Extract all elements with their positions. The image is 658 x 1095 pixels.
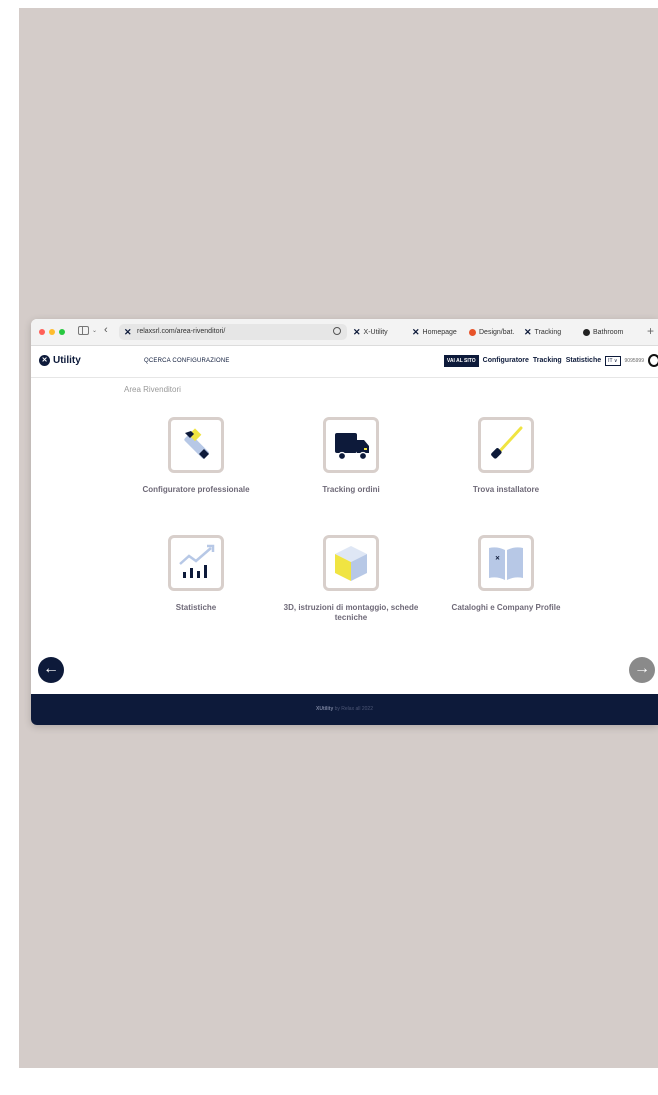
card-label: Trova installatore [472,485,540,494]
site-favicon-icon: ✕ [124,327,132,337]
card-statistiche[interactable]: Statistiche [126,535,266,613]
address-bar[interactable]: ✕ relaxsrl.com/area-rivenditori/ [119,324,347,340]
cube-icon [323,535,379,591]
site-footer: XUtility by Relax all 2022 [31,694,658,725]
vai-al-sito-button[interactable]: VAI AL SITO [443,354,479,367]
tools-icon [168,417,224,473]
avatar[interactable] [648,354,658,367]
card-label: Statistiche [175,603,217,612]
card-tracking-ordini[interactable]: Tracking ordini [281,417,421,495]
nav-statistiche[interactable]: Statistiche [566,357,601,364]
close-button[interactable] [39,329,45,335]
chart-icon [168,535,224,591]
logo-icon: ✕ [39,355,50,366]
site-header: ✕ Utility QCERCA CONFIGURAZIONE VAI AL S… [31,346,658,378]
card-label: Cataloghi e Company Profile [451,603,561,612]
tab-x-utility[interactable]: ✕ X-Utility [353,324,388,340]
card-cataloghi[interactable]: ✕ Cataloghi e Company Profile [436,535,576,613]
breadcrumb: Area Rivenditori [124,385,181,394]
svg-text:✕: ✕ [495,555,500,562]
back-icon[interactable]: ‹ [104,324,108,336]
footer-brand: XUtility [316,706,334,712]
logo-text: Utility [53,355,81,366]
nav-tracking[interactable]: Tracking [533,357,562,364]
logo[interactable]: ✕ Utility [39,355,81,366]
card-trova-installatore[interactable]: Trova installatore [436,417,576,495]
language-select[interactable]: IT ∨ [605,355,621,366]
tab-bathroom[interactable]: Bathroom [583,324,623,340]
x-logo-icon: ✕ [412,326,420,337]
globe-icon[interactable] [333,327,341,335]
card-label: 3D, istruzioni di montaggio, schede tecn… [283,603,419,622]
card-configuratore[interactable]: Configuratore professionale [126,417,266,495]
nav-configuratore[interactable]: Configuratore [483,357,529,364]
main-nav: VAI AL SITO Configuratore Tracking Stati… [443,354,658,367]
new-tab-button[interactable]: + [647,324,654,338]
user-code: 9095999 [624,357,644,364]
arrow-right-icon: → [634,660,650,677]
minimize-button[interactable] [49,329,55,335]
bathroom-icon [583,328,590,336]
tab-label: Homepage [422,328,457,336]
browser-toolbar: ⌄ ‹ ✕ relaxsrl.com/area-rivenditori/ ✕ X… [31,319,658,346]
window-controls [39,329,65,335]
arrow-left-icon: ← [43,660,59,677]
tab-tracking[interactable]: ✕ Tracking [524,324,561,340]
tab-label: Design/bat. [479,328,515,336]
search-configuration[interactable]: QCERCA CONFIGURAZIONE [144,358,230,364]
chevron-down-icon[interactable]: ⌄ [92,327,97,334]
maximize-button[interactable] [59,329,65,335]
x-logo-icon: ✕ [353,326,361,337]
screwdriver-icon [478,417,534,473]
search-label: CERCA CONFIGURAZIONE [148,358,230,364]
tab-label: Bathroom [593,328,624,336]
browser-window: ⌄ ‹ ✕ relaxsrl.com/area-rivenditori/ ✕ X… [31,319,658,725]
sidebar-toggle-icon[interactable] [78,326,89,335]
design-icon [469,328,476,336]
x-logo-icon: ✕ [524,326,532,337]
tab-design[interactable]: Design/bat. [469,324,514,340]
tab-label: X-Utility [363,328,388,336]
catalog-icon: ✕ [478,535,534,591]
card-3d-istruzioni[interactable]: 3D, istruzioni di montaggio, schede tecn… [281,535,421,623]
footer-text: by Relax all 2022 [334,706,373,712]
card-label: Tracking ordini [322,485,380,494]
next-arrow-button[interactable]: → [629,657,655,683]
card-label: Configuratore professionale [142,485,250,494]
tab-label: Tracking [534,328,562,336]
tab-homepage[interactable]: ✕ Homepage [412,324,457,340]
truck-icon [323,417,379,473]
prev-arrow-button[interactable]: ← [38,657,64,683]
url-text: relaxsrl.com/area-rivenditori/ [137,328,226,335]
